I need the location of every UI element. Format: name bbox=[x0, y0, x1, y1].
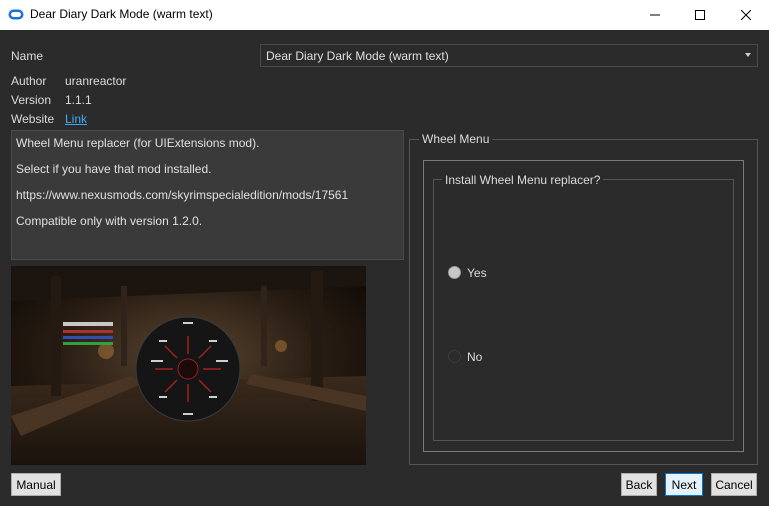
description-line: Wheel Menu replacer (for UIExtensions mo… bbox=[16, 136, 260, 150]
radio-no-label[interactable]: No bbox=[467, 350, 482, 364]
manual-button[interactable]: Manual bbox=[11, 473, 61, 496]
version-label: Version bbox=[11, 93, 52, 107]
chevron-down-icon bbox=[745, 53, 751, 57]
close-button[interactable] bbox=[723, 0, 769, 30]
radio-yes[interactable] bbox=[448, 266, 461, 279]
maximize-icon bbox=[695, 10, 705, 20]
version-value: 1.1.1 bbox=[65, 93, 92, 107]
author-value: uranreactor bbox=[65, 74, 127, 88]
description-line: Compatible only with version 1.2.0. bbox=[16, 214, 203, 228]
website-label: Website bbox=[11, 112, 55, 126]
website-link[interactable]: Link bbox=[65, 112, 87, 126]
minimize-icon bbox=[650, 14, 660, 16]
maximize-button[interactable] bbox=[677, 0, 723, 30]
close-icon bbox=[741, 10, 751, 20]
radio-no[interactable] bbox=[448, 350, 461, 363]
window-title: Dear Diary Dark Mode (warm text) bbox=[30, 7, 213, 21]
author-label: Author bbox=[11, 74, 47, 88]
minimize-button[interactable] bbox=[632, 0, 678, 30]
app-logo-icon bbox=[8, 9, 24, 20]
name-label: Name bbox=[11, 49, 44, 63]
wheel-menu-group-title: Wheel Menu bbox=[419, 132, 493, 146]
radio-yes-label[interactable]: Yes bbox=[467, 266, 487, 280]
description-line: Select if you have that mod installed. bbox=[16, 162, 212, 176]
description-box[interactable]: Wheel Menu replacer (for UIExtensions mo… bbox=[11, 130, 404, 260]
back-button[interactable]: Back bbox=[621, 473, 657, 496]
install-option-title: Install Wheel Menu replacer? bbox=[442, 173, 604, 187]
cancel-button[interactable]: Cancel bbox=[711, 473, 757, 496]
preview-image bbox=[11, 266, 366, 465]
name-dropdown-value: Dear Diary Dark Mode (warm text) bbox=[266, 49, 449, 63]
description-line: https://www.nexusmods.com/skyrimspeciale… bbox=[16, 188, 349, 202]
name-dropdown[interactable]: Dear Diary Dark Mode (warm text) bbox=[260, 44, 758, 67]
install-option-group bbox=[433, 179, 734, 441]
title-bar: Dear Diary Dark Mode (warm text) bbox=[0, 0, 769, 30]
next-button[interactable]: Next bbox=[665, 473, 703, 496]
